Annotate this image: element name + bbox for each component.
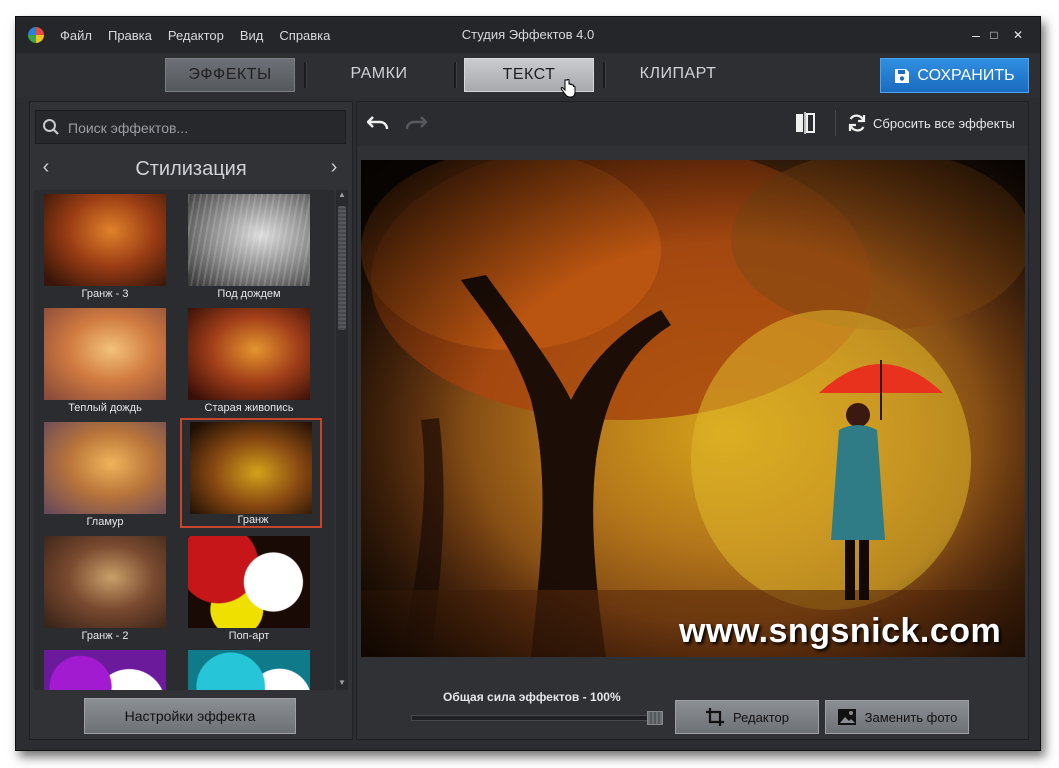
effect-label: Гранж - 3 xyxy=(81,288,129,300)
effect-thumb-rain[interactable]: Под дождем xyxy=(186,192,312,304)
menu-help[interactable]: Справка xyxy=(279,28,330,43)
effect-thumb-grunge-3[interactable]: Гранж - 3 xyxy=(42,192,168,304)
reset-all-effects-button[interactable]: Сбросить все эффекты xyxy=(847,113,1015,133)
search-input[interactable] xyxy=(66,111,340,145)
photo-scene xyxy=(361,160,1025,657)
effect-preview-image xyxy=(44,650,166,690)
effect-strength-label: Общая сила эффектов - 100% xyxy=(443,690,621,704)
menu-file[interactable]: Файл xyxy=(60,28,92,43)
save-disk-icon xyxy=(895,68,910,83)
effect-thumb-grunge-2[interactable]: Гранж - 2 xyxy=(42,534,168,646)
maximize-button[interactable]: □ xyxy=(986,27,1002,43)
effect-preview-image xyxy=(44,422,166,514)
effect-thumb-grunge[interactable]: Гранж xyxy=(180,418,322,528)
effect-thumb-pop-art[interactable]: Поп-арт xyxy=(186,534,312,646)
effect-label: Гранж - 2 xyxy=(81,630,129,642)
effect-label: Старая живопись xyxy=(204,402,294,414)
save-button-label: СОХРАНИТЬ xyxy=(917,67,1015,84)
effects-grid: Гранж - 3 Под дождем Теплый дождь Старая… xyxy=(34,190,334,690)
effect-label: Поп-арт xyxy=(228,630,270,642)
effect-preview-image xyxy=(188,650,310,690)
effect-thumb-partial[interactable] xyxy=(42,648,168,690)
effect-thumb-glamour[interactable]: Гламур xyxy=(42,420,168,532)
replace-photo-button[interactable]: Заменить фото xyxy=(825,700,969,734)
tab-divider xyxy=(454,62,457,88)
compare-before-after-icon[interactable] xyxy=(795,112,815,134)
title-bar: Файл Правка Редактор Вид Справка Студия … xyxy=(16,17,1040,53)
effect-label: Гранж xyxy=(237,514,269,526)
tab-frames[interactable]: РАМКИ xyxy=(315,58,443,90)
effect-preview-image xyxy=(188,536,310,628)
category-selector: ‹ Стилизация › xyxy=(30,150,352,188)
search-box xyxy=(35,110,346,145)
save-button[interactable]: СОХРАНИТЬ xyxy=(880,58,1029,93)
search-icon xyxy=(43,119,59,135)
preview-panel: Сбросить все эффекты www.sngsnick.com Об… xyxy=(356,101,1029,740)
effect-label: Гламур xyxy=(86,516,124,528)
app-logo-icon xyxy=(28,27,44,43)
effects-scrollbar[interactable]: ▲ ▼ xyxy=(336,190,348,690)
menu-edit[interactable]: Правка xyxy=(108,28,152,43)
tab-divider xyxy=(304,62,307,88)
redo-icon[interactable] xyxy=(405,114,427,132)
crop-icon xyxy=(706,708,725,726)
effect-thumb-old-painting[interactable]: Старая живопись xyxy=(186,306,312,418)
category-title: Стилизация xyxy=(135,158,247,180)
effect-settings-button[interactable]: Настройки эффекта xyxy=(84,698,296,734)
undo-icon[interactable] xyxy=(367,114,389,132)
effect-preview-image xyxy=(44,536,166,628)
effect-thumb-partial[interactable] xyxy=(186,648,312,690)
tab-clipart[interactable]: КЛИПАРТ xyxy=(614,58,742,90)
refresh-icon xyxy=(848,114,866,132)
photo-preview[interactable]: www.sngsnick.com xyxy=(361,160,1025,657)
effect-label: Теплый дождь xyxy=(68,402,142,414)
category-next-button[interactable]: › xyxy=(324,156,344,179)
menu-editor[interactable]: Редактор xyxy=(168,28,224,43)
effect-strength-slider[interactable] xyxy=(411,715,659,721)
effect-preview-image xyxy=(190,422,312,514)
editor-button-label: Редактор xyxy=(733,709,789,725)
tab-divider xyxy=(603,62,606,88)
preview-toolbar: Сбросить все эффекты xyxy=(357,102,1028,146)
scrollbar-thumb[interactable] xyxy=(338,206,346,330)
menu-bar: Файл Правка Редактор Вид Справка xyxy=(60,17,346,53)
effect-label: Под дождем xyxy=(217,288,281,300)
effect-preview-image xyxy=(44,194,166,286)
effect-preview-image xyxy=(188,308,310,400)
photo-watermark: www.sngsnick.com xyxy=(679,612,1002,650)
effect-strength-slider-handle[interactable] xyxy=(647,711,663,725)
editor-button[interactable]: Редактор xyxy=(675,700,819,734)
effect-preview-image xyxy=(188,194,310,286)
minimize-button[interactable]: – xyxy=(968,27,984,43)
hand-cursor-icon xyxy=(560,79,576,98)
effect-preview-image xyxy=(44,308,166,400)
scroll-down-arrow-icon[interactable]: ▼ xyxy=(336,678,348,687)
scroll-up-arrow-icon[interactable]: ▲ xyxy=(336,190,348,199)
menu-view[interactable]: Вид xyxy=(240,28,264,43)
toolbar-divider xyxy=(835,110,836,136)
main-tabs: ЭФФЕКТЫ РАМКИ ТЕКСТ КЛИПАРТ СОХРАНИТЬ xyxy=(16,53,1040,98)
preview-bottom-bar: Общая сила эффектов - 100% Редактор Заме… xyxy=(357,662,1028,739)
effect-thumb-warm-rain[interactable]: Теплый дождь xyxy=(42,306,168,418)
app-window: Файл Правка Редактор Вид Справка Студия … xyxy=(15,16,1041,751)
image-icon xyxy=(837,709,856,725)
tab-effects[interactable]: ЭФФЕКТЫ xyxy=(165,58,295,92)
reset-label: Сбросить все эффекты xyxy=(873,115,1015,131)
close-button[interactable]: ✕ xyxy=(1010,27,1026,43)
effects-panel: ‹ Стилизация › Гранж - 3 Под дождем Тепл… xyxy=(29,101,353,740)
replace-photo-label: Заменить фото xyxy=(864,709,958,725)
